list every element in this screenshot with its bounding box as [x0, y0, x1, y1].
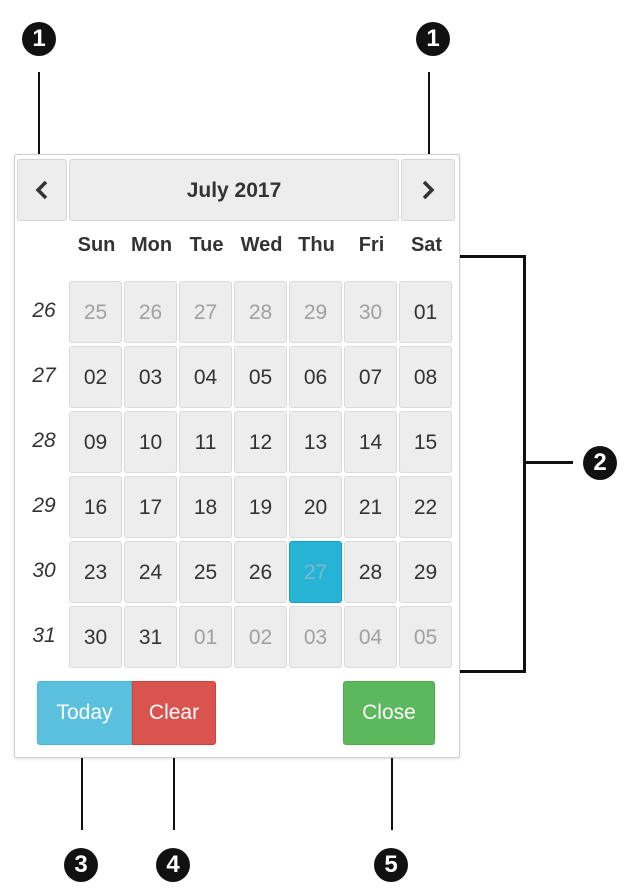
callout-marker-clear: 4	[156, 848, 190, 882]
day-cell[interactable]: 26	[124, 281, 177, 343]
day-cell[interactable]: 21	[344, 476, 397, 538]
day-cell[interactable]: 02	[69, 346, 122, 408]
day-cell[interactable]: 24	[124, 541, 177, 603]
day-cell[interactable]: 30	[344, 281, 397, 343]
callout-line-prev	[38, 72, 40, 158]
day-cell[interactable]: 18	[179, 476, 232, 538]
day-cell[interactable]: 09	[69, 411, 122, 473]
day-cell[interactable]: 11	[179, 411, 232, 473]
callout-marker-close: 5	[374, 848, 408, 882]
day-cell[interactable]: 13	[289, 411, 342, 473]
day-cell[interactable]: 23	[69, 541, 122, 603]
day-cell[interactable]: 29	[399, 541, 452, 603]
clear-button[interactable]: Clear	[132, 681, 216, 745]
day-cell[interactable]: 04	[344, 606, 397, 668]
day-cell[interactable]: 01	[179, 606, 232, 668]
datepicker-panel: July 2017 Sun Mon Tue Wed Thu Fri Sat 26 25 26 27…	[14, 154, 460, 758]
weekday-sun: Sun	[77, 234, 116, 256]
day-cell[interactable]: 15	[399, 411, 452, 473]
week-number: 31	[32, 624, 56, 647]
day-cell-selected[interactable]: 27	[289, 541, 342, 603]
day-cell[interactable]: 14	[344, 411, 397, 473]
weekday-wed: Wed	[240, 234, 283, 256]
day-cell[interactable]: 26	[234, 541, 287, 603]
week-number: 28	[32, 429, 56, 452]
day-cell[interactable]: 16	[69, 476, 122, 538]
day-cell[interactable]: 07	[344, 346, 397, 408]
day-cell[interactable]: 10	[124, 411, 177, 473]
bracket-vertical	[523, 255, 526, 673]
weekday-tue: Tue	[189, 234, 224, 256]
day-cell[interactable]: 03	[124, 346, 177, 408]
day-cell[interactable]: 31	[124, 606, 177, 668]
today-button[interactable]: Today	[37, 681, 132, 745]
annotated-datepicker-screenshot: 1 1 2 3 4 5 July 2017 Sun Mon Tue Wed Thu Fri…	[0, 0, 627, 894]
day-cell[interactable]: 08	[399, 346, 452, 408]
day-cell[interactable]: 19	[234, 476, 287, 538]
callout-line-next	[428, 72, 430, 158]
week-number: 29	[32, 494, 56, 517]
chevron-left-icon	[35, 180, 48, 200]
callout-marker-prev: 1	[22, 22, 56, 56]
week-number: 30	[32, 559, 56, 582]
callout-marker-next: 1	[416, 22, 450, 56]
day-cell[interactable]: 02	[234, 606, 287, 668]
day-cell[interactable]: 29	[289, 281, 342, 343]
day-cell[interactable]: 25	[179, 541, 232, 603]
bracket-top	[458, 255, 526, 258]
day-cell[interactable]: 12	[234, 411, 287, 473]
weekday-thu: Thu	[298, 234, 335, 256]
day-cell[interactable]: 05	[399, 606, 452, 668]
weekday-fri: Fri	[358, 234, 385, 256]
day-cell[interactable]: 25	[69, 281, 122, 343]
day-cell[interactable]: 27	[179, 281, 232, 343]
week-number: 26	[32, 299, 56, 322]
day-cell[interactable]: 28	[344, 541, 397, 603]
day-cell[interactable]: 01	[399, 281, 452, 343]
callout-marker-grid: 2	[583, 446, 617, 480]
next-month-button[interactable]	[401, 159, 455, 221]
bracket-pointer	[523, 461, 573, 464]
weekday-mon: Mon	[130, 234, 173, 256]
month-title[interactable]: July 2017	[69, 159, 399, 221]
day-cell[interactable]: 04	[179, 346, 232, 408]
day-cell[interactable]: 17	[124, 476, 177, 538]
day-cell[interactable]: 06	[289, 346, 342, 408]
week-number: 27	[32, 364, 56, 387]
day-cell[interactable]: 20	[289, 476, 342, 538]
day-cell[interactable]: 30	[69, 606, 122, 668]
day-cell[interactable]: 22	[399, 476, 452, 538]
weekday-sat: Sat	[410, 234, 443, 256]
prev-month-button[interactable]	[17, 159, 67, 221]
day-cell[interactable]: 05	[234, 346, 287, 408]
callout-marker-today: 3	[64, 848, 98, 882]
close-button[interactable]: Close	[343, 681, 435, 745]
bracket-bottom	[458, 670, 526, 673]
day-cell[interactable]: 03	[289, 606, 342, 668]
chevron-right-icon	[422, 180, 435, 200]
day-cell[interactable]: 28	[234, 281, 287, 343]
